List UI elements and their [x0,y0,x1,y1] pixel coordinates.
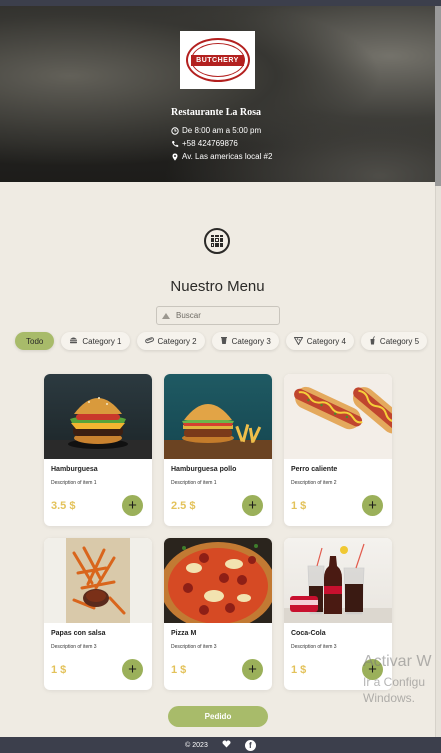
product-description: Description of item 3 [171,644,217,650]
product-name: Hamburguesa pollo [171,466,237,473]
add-to-cart-button[interactable]: + [362,495,383,516]
map-pin-icon [171,153,179,161]
facebook-icon[interactable]: f [244,739,256,751]
category-filter-bar: Todo Category 1 Category 2 Category 3 Ca… [15,332,428,350]
add-to-cart-button[interactable]: + [242,659,263,680]
hero-banner: BUTCHERY Restaurante La Rosa De 8:00 am … [0,6,435,182]
category-chip-label: Category 4 [306,336,346,346]
logo-text: BUTCHERY [191,54,244,66]
category-chip-todo[interactable]: Todo [15,332,55,350]
add-to-cart-button[interactable]: + [242,495,263,516]
watermark-line: Windows. [363,691,416,705]
search-input[interactable] [176,311,271,320]
product-name: Pizza M [171,630,197,637]
category-chip-label: Category 3 [231,336,271,346]
product-price: 3.5 $ [51,500,76,512]
pizza-photo [164,538,272,623]
product-name: Hamburguesa [51,466,98,473]
order-button[interactable]: Pedido [168,706,268,727]
product-card[interactable]: Perro caliente Description of item 2 1 $… [284,374,392,526]
category-chip-label: Todo [26,336,44,346]
add-to-cart-button[interactable]: + [122,495,143,516]
product-name: Papas con salsa [51,630,106,637]
product-price: 1 $ [171,664,187,676]
add-to-cart-button[interactable]: + [122,659,143,680]
phone-row: +58 424769876 [171,137,272,150]
cup-icon [220,336,228,347]
restaurant-logo: BUTCHERY [180,31,255,89]
restaurant-info: Restaurante La Rosa De 8:00 am a 5:00 pm… [171,107,272,163]
hotdog-photo [284,374,392,459]
product-card[interactable]: Hamburguesa Description of item 1 3.5 $ … [44,374,152,526]
footer: © 2023 f [0,737,441,753]
fries-photo [44,538,152,623]
product-description: Description of item 1 [51,480,97,486]
product-price: 1 $ [291,664,307,676]
copyright-text: © 2023 [185,741,208,749]
product-name: Perro caliente [291,466,338,473]
category-chip-label: Category 5 [379,336,420,346]
category-chip-5[interactable]: Category 5 [360,332,428,350]
address-row: Av. Las americas local #2 [171,150,272,163]
address-text[interactable]: Av. Las americas local #2 [182,152,272,161]
drink-icon [369,335,376,347]
product-card[interactable]: Pizza M Description of item 3 1 $ + [164,538,272,690]
scrollbar-thumb[interactable] [435,6,441,186]
product-price: 1 $ [51,664,67,676]
burger-icon [69,336,78,346]
menu-title: Nuestro Menu [170,278,265,295]
category-chip-4[interactable]: Category 4 [285,332,354,350]
search-icon [162,312,170,319]
pizza-icon [293,336,304,347]
restaurant-name: Restaurante La Rosa [171,107,261,118]
product-description: Description of item 1 [171,480,217,486]
category-chip-label: Category 2 [157,336,197,346]
qr-code-button[interactable] [204,228,230,254]
product-name: Coca-Cola [291,630,326,637]
hotdog-icon [144,336,154,346]
clock-icon [171,126,179,135]
search-box[interactable] [156,306,280,325]
category-chip-1[interactable]: Category 1 [61,332,130,350]
cola-photo [284,538,392,623]
heart-icon [222,740,231,750]
phone-icon [171,140,179,148]
chicken-burger-photo [164,374,272,459]
logo-emblem: BUTCHERY [185,38,250,82]
product-description: Description of item 3 [51,644,97,650]
category-chip-3[interactable]: Category 3 [211,332,279,350]
product-price: 1 $ [291,500,307,512]
hours-row: De 8:00 am a 5:00 pm [171,124,272,137]
category-chip-label: Category 1 [82,336,122,346]
product-card[interactable]: Coca-Cola Description of item 3 1 $ + [284,538,392,690]
category-chip-2[interactable]: Category 2 [136,332,205,350]
add-to-cart-button[interactable]: + [362,659,383,680]
product-description: Description of item 3 [291,644,337,650]
product-card[interactable]: Hamburguesa pollo Description of item 1 … [164,374,272,526]
phone-text[interactable]: +58 424769876 [182,139,238,148]
product-price: 2.5 $ [171,500,196,512]
hours-text: De 8:00 am a 5:00 pm [182,126,262,135]
burger-photo [44,374,152,459]
product-description: Description of item 2 [291,480,337,486]
qr-code-icon [211,235,223,247]
product-card[interactable]: Papas con salsa Description of item 3 1 … [44,538,152,690]
